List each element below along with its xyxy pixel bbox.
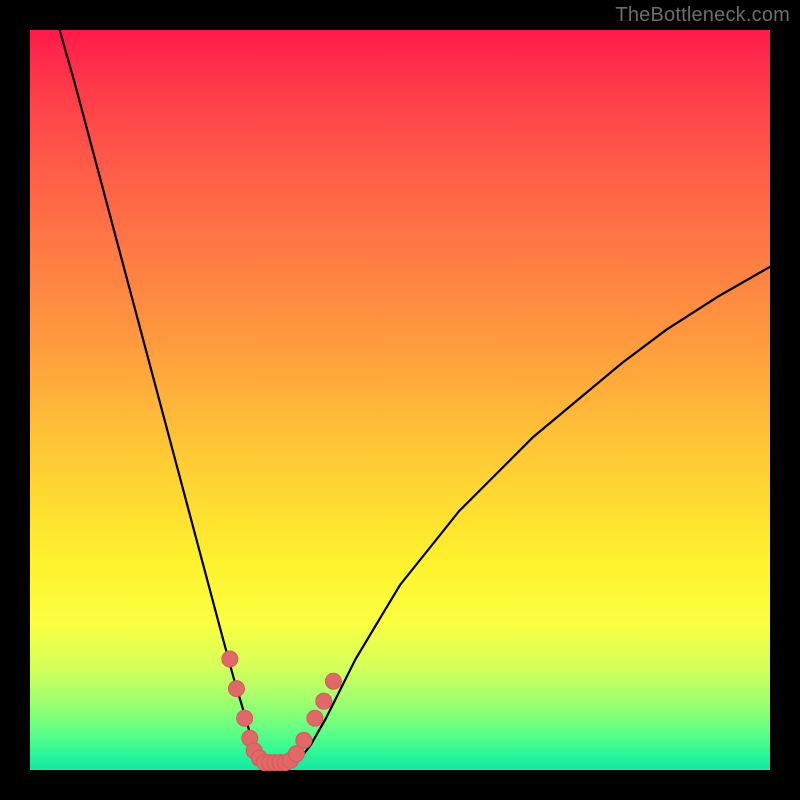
chart-svg bbox=[30, 30, 770, 770]
plot-area bbox=[30, 30, 770, 770]
data-marker bbox=[316, 693, 332, 709]
bottleneck-curve bbox=[60, 30, 770, 770]
data-marker bbox=[325, 673, 341, 689]
watermark-text: TheBottleneck.com bbox=[615, 4, 790, 27]
data-marker bbox=[237, 710, 253, 726]
data-marker bbox=[307, 710, 323, 726]
data-marker bbox=[228, 681, 244, 697]
data-marker bbox=[222, 651, 238, 667]
data-marker bbox=[296, 732, 312, 748]
chart-frame: TheBottleneck.com bbox=[0, 0, 800, 800]
marker-group bbox=[222, 651, 342, 771]
